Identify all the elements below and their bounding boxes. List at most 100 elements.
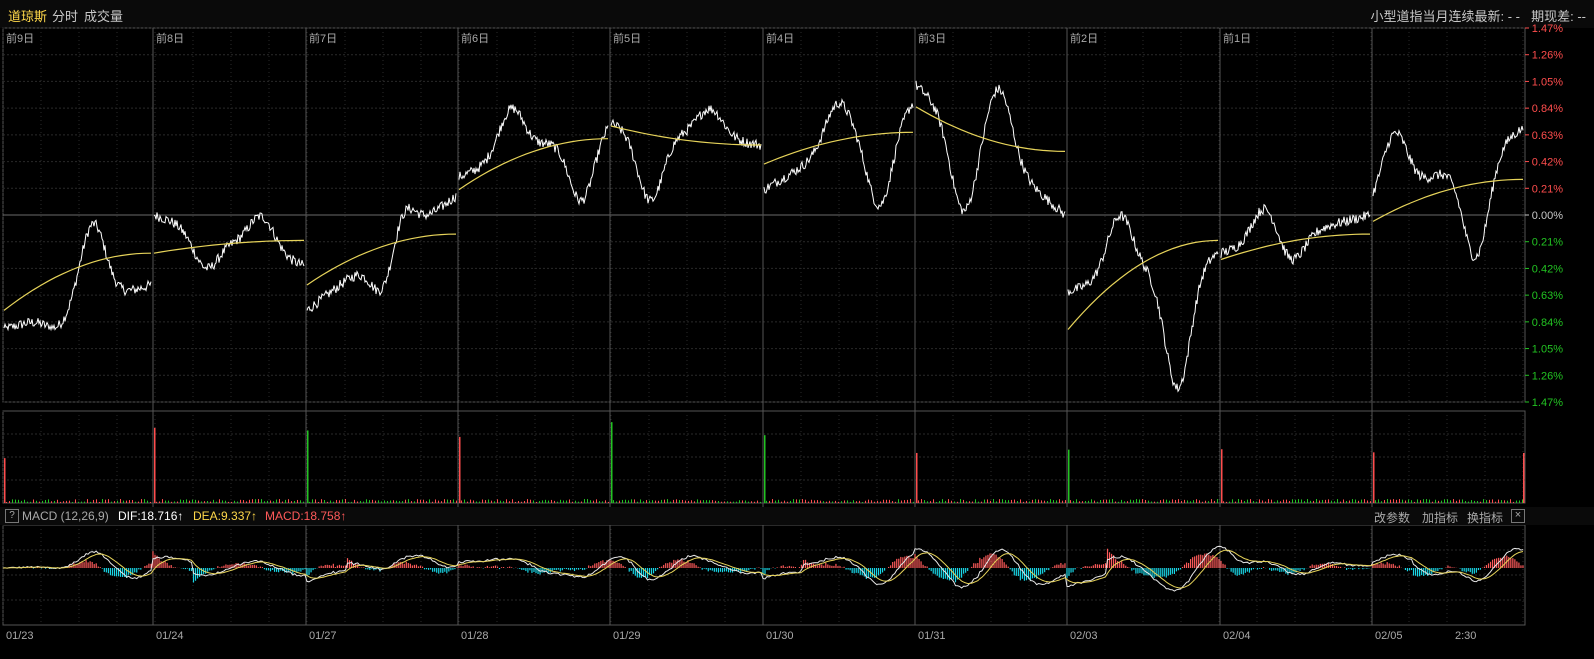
volume-bar <box>667 499 668 503</box>
volume-bar <box>625 499 626 503</box>
volume-bar <box>631 499 632 503</box>
percent-tick-label: 0.42% <box>1532 263 1563 275</box>
volume-bar <box>676 499 677 503</box>
volume-bar <box>426 501 427 503</box>
volume-bar <box>1453 499 1454 503</box>
percent-tick-label: 1.26% <box>1532 370 1563 382</box>
day-label: 前3日 <box>918 31 946 45</box>
volume-bar <box>1211 499 1212 503</box>
volume-bar <box>694 501 695 503</box>
percent-tick-label: 1.05% <box>1532 344 1563 356</box>
volume-bar <box>255 499 256 503</box>
volume-bar <box>1235 501 1236 503</box>
volume-bar <box>1364 499 1365 503</box>
volume-bar <box>619 500 620 503</box>
volume-bar <box>129 500 130 503</box>
volume-bar <box>688 500 689 503</box>
volume-bar <box>1065 500 1066 503</box>
volume-bar <box>1253 501 1254 503</box>
add-indicator-button[interactable]: 加指标 <box>1422 509 1458 526</box>
volume-bar <box>393 500 394 503</box>
volume-bar <box>563 500 564 503</box>
macd-indicator-name[interactable]: MACD (12,26,9) <box>22 509 109 523</box>
volume-bar <box>1471 500 1472 503</box>
volume-bar <box>1399 499 1400 503</box>
volume-bar <box>554 500 555 503</box>
volume-bar <box>769 500 770 503</box>
volume-bar <box>1139 499 1140 503</box>
volume-bar <box>204 501 205 503</box>
percent-tick-label: 1.47% <box>1532 23 1563 35</box>
volume-bar <box>832 501 833 503</box>
volume-bar <box>616 501 617 503</box>
volume-bar <box>1172 499 1173 503</box>
volume-bar <box>354 499 355 503</box>
volume-bar <box>345 499 346 503</box>
volume-bar <box>453 499 454 503</box>
volume-bar <box>1118 501 1119 503</box>
volume-bar <box>764 435 766 503</box>
volume-bar <box>267 500 268 503</box>
volume-bar <box>1384 500 1385 503</box>
change-params-button[interactable]: 改参数 <box>1374 509 1410 526</box>
volume-bar <box>1133 500 1134 503</box>
volume-bar <box>87 499 88 503</box>
volume-bar <box>429 499 430 503</box>
volume-bar <box>444 499 445 503</box>
volume-bar <box>1115 501 1116 503</box>
volume-bar <box>572 501 573 503</box>
volume-bar <box>1244 501 1245 503</box>
volume-bar <box>1378 499 1379 503</box>
volume-bar <box>933 499 934 503</box>
volume-bar <box>234 500 235 503</box>
volume-bar <box>1328 499 1329 503</box>
price-line <box>1372 125 1524 262</box>
volume-bar <box>1375 500 1376 503</box>
volume-bar <box>1157 501 1158 503</box>
volume-bar <box>1154 501 1155 503</box>
volume-bar <box>159 501 160 503</box>
volume-bar <box>459 436 461 503</box>
volume-bar <box>886 499 887 503</box>
volume-bar <box>258 499 259 503</box>
volume-bar <box>333 501 334 503</box>
volume-bar <box>456 500 457 503</box>
percent-tick-label: 0.42% <box>1532 157 1563 169</box>
switch-indicator-button[interactable]: 换指标 <box>1467 509 1503 526</box>
volume-bar <box>396 500 397 503</box>
percent-tick-label: 0.84% <box>1532 317 1563 329</box>
volume-bar <box>1127 501 1128 503</box>
volume-bar <box>874 501 875 503</box>
volume-bar <box>18 499 19 503</box>
volume-bar <box>282 501 283 503</box>
close-icon[interactable]: × <box>1511 509 1525 523</box>
volume-bar <box>1130 499 1131 503</box>
volume-bar <box>1085 500 1086 503</box>
volume-bar <box>1459 499 1460 503</box>
volume-bar <box>57 499 58 503</box>
volume-bar <box>703 500 704 503</box>
volume-bar <box>1250 499 1251 503</box>
volume-bar <box>646 499 647 503</box>
volume-bar <box>249 499 250 503</box>
volume-bar <box>1523 453 1525 503</box>
volume-bar <box>1483 499 1484 503</box>
volume-bar <box>984 499 985 503</box>
volume-bar <box>363 501 364 503</box>
volume-bar <box>796 499 797 503</box>
volume-bar <box>578 501 579 503</box>
help-button[interactable]: ? <box>5 509 19 523</box>
volume-bar <box>1160 500 1161 503</box>
volume-bar <box>1462 499 1463 503</box>
volume-bar <box>240 499 241 503</box>
volume-bar <box>1352 499 1353 503</box>
volume-bar <box>772 499 773 503</box>
volume-bar <box>423 499 424 503</box>
volume-bar <box>975 499 976 503</box>
volume-bar <box>1184 499 1185 503</box>
volume-bar <box>102 499 103 503</box>
volume-bar <box>1050 499 1051 503</box>
volume-bar <box>742 500 743 503</box>
volume-bar <box>754 501 755 503</box>
volume-bar <box>1522 499 1523 503</box>
